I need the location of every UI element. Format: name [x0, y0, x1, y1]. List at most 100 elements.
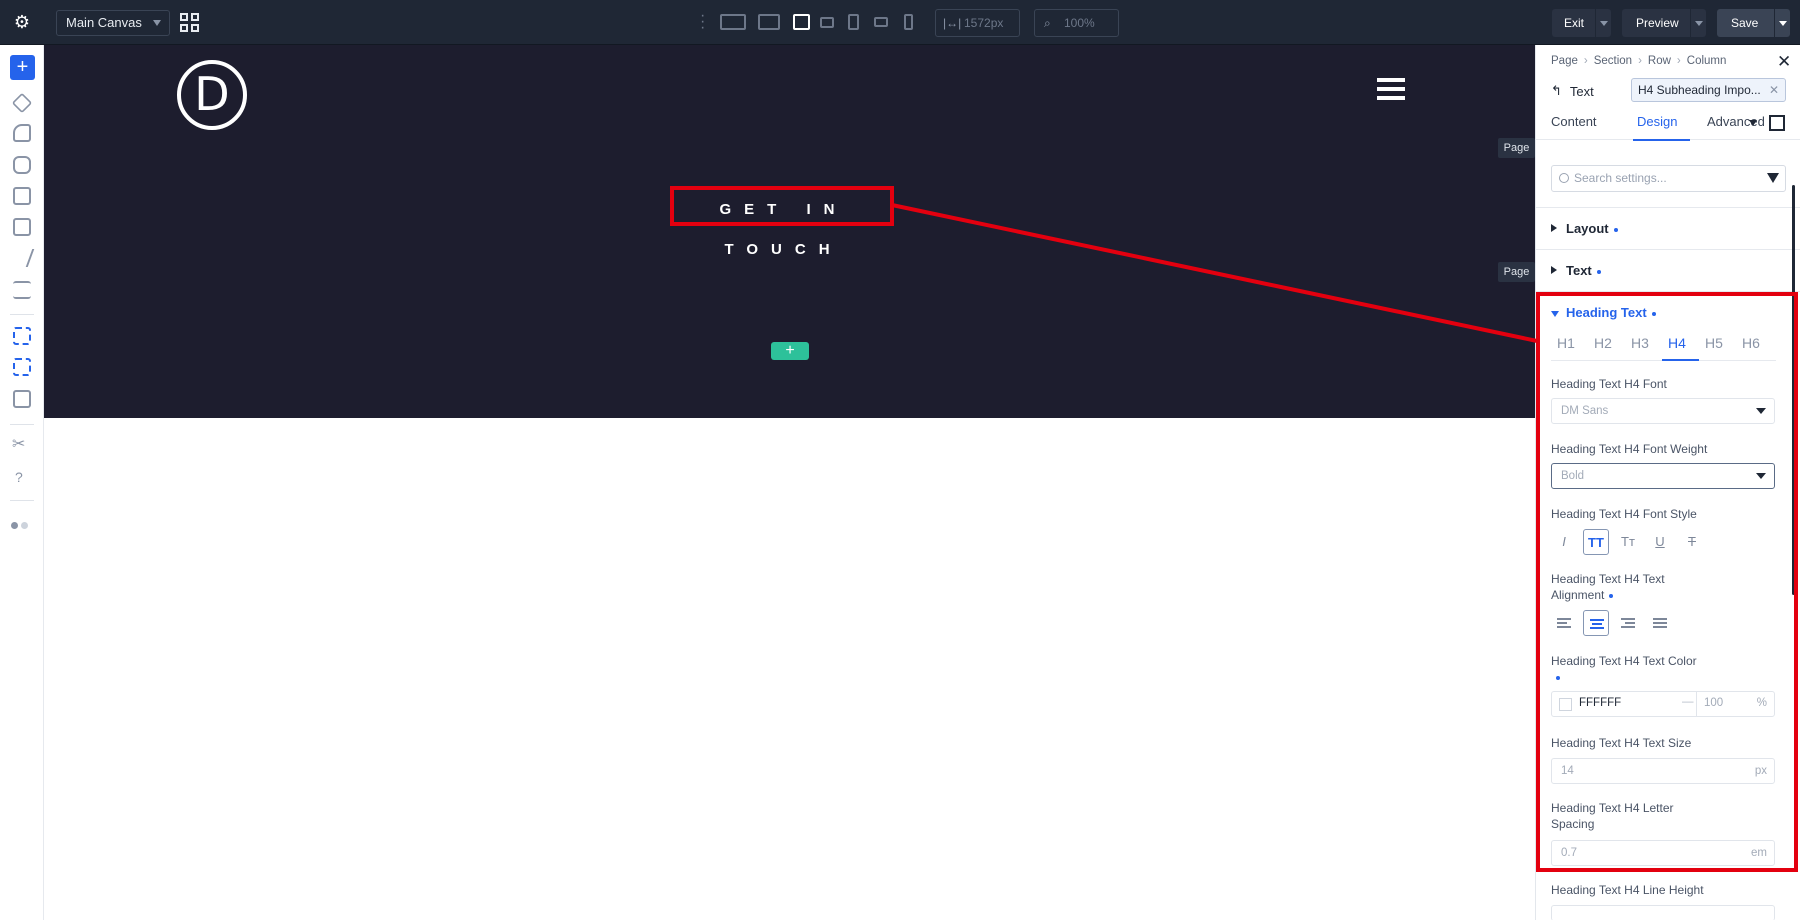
caret-right-icon [1551, 224, 1557, 232]
phone-icon[interactable] [904, 14, 913, 30]
font-select[interactable]: DM Sans [1551, 398, 1775, 424]
group-layout[interactable]: Layout [1536, 207, 1800, 249]
tablet-icon[interactable] [848, 14, 859, 30]
canvas-width-value: 1572px [964, 16, 1004, 30]
line-height-input[interactable] [1551, 905, 1775, 920]
remove-preset-icon[interactable]: ✕ [1769, 79, 1779, 101]
font-weight-select[interactable]: Bold [1551, 463, 1775, 489]
tablet-landscape-icon[interactable] [820, 17, 834, 28]
preset-square-icon[interactable] [1769, 115, 1785, 131]
opacity-value[interactable]: 100 [1704, 697, 1723, 709]
zoom-search-icon: ⌕ [1044, 16, 1051, 30]
pages-icon[interactable] [13, 218, 31, 236]
align-left-icon[interactable] [1551, 610, 1577, 636]
desktop-icon[interactable] [758, 14, 780, 30]
active-heading-indicator [1662, 359, 1699, 361]
italic-button[interactable]: I [1551, 529, 1577, 555]
add-element-button[interactable]: + [10, 55, 35, 80]
letter-spacing-value: 0.7 [1561, 847, 1577, 859]
underline-button[interactable]: U [1647, 529, 1673, 555]
preview-button[interactable]: Preview [1622, 9, 1706, 37]
hamburger-menu-icon[interactable] [1377, 78, 1405, 100]
mode-toggle[interactable] [11, 516, 35, 529]
theme-builder-icon[interactable] [13, 124, 31, 142]
lightning-icon[interactable] [9, 249, 35, 267]
tab-h4[interactable]: H4 [1662, 335, 1692, 351]
text-size-unit: px [1754, 765, 1767, 777]
group-layout-label: Layout [1566, 221, 1609, 236]
tab-h2[interactable]: H2 [1588, 335, 1618, 351]
template-settings-icon[interactable] [13, 390, 31, 408]
letter-spacing-input[interactable]: 0.7 em [1551, 840, 1775, 866]
page-tag: Page [1498, 138, 1535, 158]
save-label: Save [1731, 16, 1759, 30]
help-icon[interactable]: ? [15, 469, 23, 485]
text-alignment-label: Heading Text H4 Text Alignment [1551, 571, 1665, 603]
gear-icon[interactable]: ⚙ [12, 12, 32, 32]
save-button[interactable]: Save [1717, 9, 1790, 37]
more-dots-icon[interactable]: · · · [700, 8, 705, 36]
breadcrumb-section[interactable]: Section [1594, 55, 1632, 67]
heading-get-in-touch[interactable]: GET IN TOUCH [672, 190, 895, 258]
add-row-button[interactable]: + [771, 342, 809, 360]
back-to-module[interactable]: ↰ Text [1551, 83, 1594, 99]
breadcrumb-column[interactable]: Column [1687, 55, 1727, 67]
text-size-input[interactable]: 14 px [1551, 758, 1775, 784]
group-heading-text[interactable]: Heading Text [1551, 305, 1656, 320]
group-text-label: Text [1566, 263, 1592, 278]
exit-dropdown-toggle[interactable] [1595, 9, 1611, 37]
tab-design[interactable]: Design [1637, 114, 1677, 129]
tab-h6[interactable]: H6 [1736, 335, 1766, 351]
laptop-icon[interactable] [793, 14, 810, 30]
letter-spacing-label-line1: Heading Text H4 Letter [1551, 801, 1674, 815]
divider [1696, 692, 1697, 716]
canvas-select[interactable]: Main Canvas [56, 10, 170, 36]
tab-h5[interactable]: H5 [1699, 335, 1729, 351]
align-center-icon[interactable] [1583, 610, 1609, 636]
preview-dropdown-toggle[interactable] [1690, 9, 1706, 37]
exit-button[interactable]: Exit [1552, 9, 1611, 37]
zoom-field[interactable]: ⌕ 100% [1034, 9, 1119, 37]
tab-h3[interactable]: H3 [1625, 335, 1655, 351]
tools-icon[interactable]: ✂ [12, 436, 31, 455]
text-alignment-label-line2: Alignment [1551, 588, 1605, 602]
chevron-down-icon[interactable] [1749, 120, 1757, 126]
click-select-icon[interactable] [13, 327, 31, 345]
text-color-field[interactable]: FFFFFF — 100 % [1551, 691, 1775, 717]
panel-scrollbar[interactable] [1792, 185, 1795, 595]
layers-icon[interactable] [11, 92, 33, 114]
align-right-icon[interactable] [1615, 610, 1641, 636]
chevron-down-icon [1756, 473, 1766, 479]
database-icon[interactable] [13, 156, 31, 174]
search-settings-input[interactable]: Search settings... [1551, 165, 1786, 192]
form-icon[interactable] [13, 187, 31, 205]
canvas-width-field[interactable]: |↔| 1572px [935, 9, 1020, 37]
canvas-select-value: Main Canvas [66, 15, 142, 30]
grid-icon[interactable] [180, 13, 199, 32]
uppercase-button[interactable]: TT [1583, 529, 1609, 555]
canvas-hero-section[interactable]: D Page Page GET IN TOUCH + [44, 45, 1535, 418]
breadcrumb-row[interactable]: Row [1648, 55, 1671, 67]
color-swatch[interactable] [1559, 698, 1572, 711]
preset-chip[interactable]: H4 Subheading Impo... ✕ [1631, 78, 1786, 102]
filter-icon[interactable] [1767, 173, 1779, 183]
letter-spacing-label: Heading Text H4 Letter Spacing [1551, 800, 1674, 832]
align-justify-icon[interactable] [1647, 610, 1673, 636]
phone-landscape-icon[interactable] [874, 17, 888, 27]
settings-panel: Page › Section › Row › Column ✕ ↰ Text H4 S… [1535, 45, 1800, 920]
multi-select-icon[interactable] [13, 358, 31, 376]
tab-content[interactable]: Content [1551, 114, 1597, 129]
save-dropdown-toggle[interactable] [1774, 9, 1790, 37]
close-icon[interactable]: ✕ [1777, 52, 1791, 72]
site-logo[interactable]: D [177, 60, 247, 130]
tab-h1[interactable]: H1 [1551, 335, 1581, 351]
sidebar-divider [10, 500, 34, 501]
sections-icon[interactable] [13, 281, 31, 299]
chevron-down-icon [1756, 408, 1766, 414]
letter-spacing-label-line2: Spacing [1551, 817, 1595, 831]
capitalize-button[interactable]: Tт [1615, 529, 1641, 555]
strikethrough-button[interactable]: T [1679, 529, 1705, 555]
group-text[interactable]: Text [1536, 249, 1800, 291]
desktop-wide-icon[interactable] [720, 14, 746, 30]
breadcrumb-page[interactable]: Page [1551, 55, 1578, 67]
